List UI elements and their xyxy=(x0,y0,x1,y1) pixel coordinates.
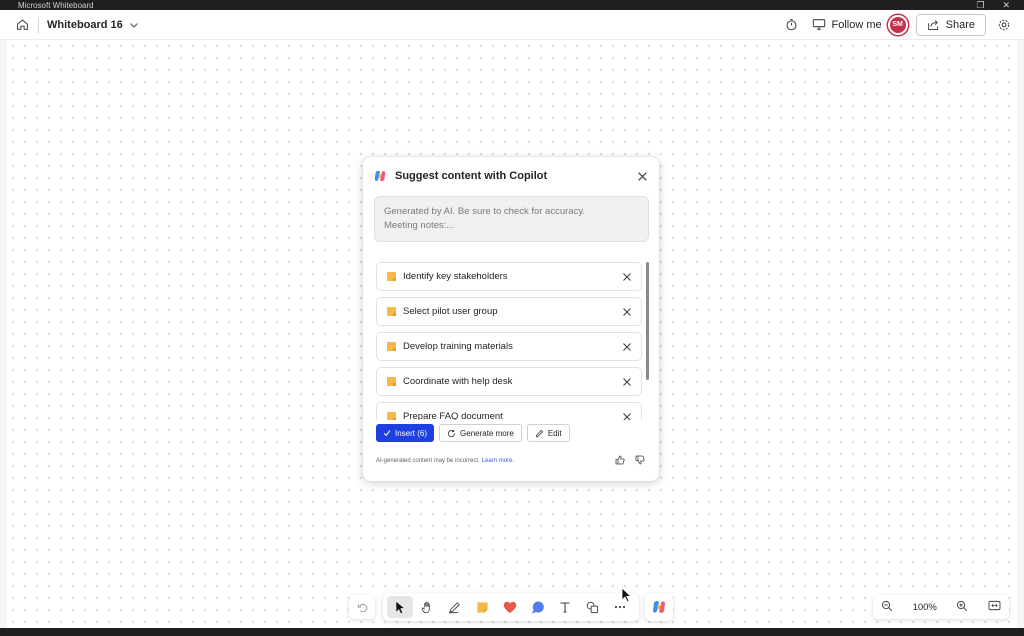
remove-icon[interactable] xyxy=(621,376,633,388)
title-bar: Microsoft Whiteboard ❐ ✕ xyxy=(0,0,1024,10)
insert-button[interactable]: Insert (6) xyxy=(376,424,435,442)
remove-icon[interactable] xyxy=(621,306,633,318)
restore-icon[interactable]: ❐ xyxy=(976,0,984,10)
remove-icon[interactable] xyxy=(621,271,633,283)
mouse-cursor-icon xyxy=(621,587,633,608)
share-label: Share xyxy=(945,18,975,31)
board-name[interactable]: Whiteboard 16 xyxy=(47,19,123,31)
sticky-note-icon xyxy=(387,377,396,386)
copilot-logo-icon xyxy=(374,170,386,182)
scrollbar[interactable] xyxy=(646,262,649,380)
divider xyxy=(38,16,39,33)
prompt-disclaimer: Generated by AI. Be sure to check for ac… xyxy=(384,206,586,217)
pen-icon xyxy=(449,601,461,614)
ai-disclaimer: AI-generated content may be incorrect. xyxy=(376,458,480,464)
list-item-label: Prepare FAQ document xyxy=(403,411,503,420)
checkmark-icon xyxy=(383,430,391,437)
heart-icon xyxy=(503,601,517,613)
remove-icon[interactable] xyxy=(621,341,633,353)
list-item[interactable]: Develop training materials xyxy=(376,332,642,361)
copilot-panel: Suggest content with Copilot Generated b… xyxy=(363,157,659,481)
share-button[interactable]: Share xyxy=(915,13,986,36)
text-tool[interactable] xyxy=(552,596,578,618)
generate-more-label: Generate more xyxy=(460,428,514,438)
remove-icon[interactable] xyxy=(621,411,633,420)
generate-more-button[interactable]: Generate more xyxy=(439,424,522,442)
reaction-tool[interactable] xyxy=(497,596,523,618)
list-item-label: Select pilot user group xyxy=(403,306,498,317)
taskbar-edge xyxy=(0,628,1024,636)
pan-tool[interactable] xyxy=(415,596,441,618)
close-window-icon[interactable]: ✕ xyxy=(1002,0,1010,10)
prompt-text: Meeting notes:... xyxy=(384,220,455,231)
hand-icon xyxy=(421,601,430,613)
pointer-icon xyxy=(396,601,404,613)
thumbs-down-icon[interactable] xyxy=(635,455,645,467)
zoom-controls: 100% xyxy=(873,595,1009,619)
undo-button[interactable] xyxy=(349,595,375,619)
panel-title: Suggest content with Copilot xyxy=(395,170,548,182)
sticky-note-icon xyxy=(477,601,488,613)
list-item[interactable]: Coordinate with help desk xyxy=(376,367,642,396)
close-icon[interactable] xyxy=(635,169,649,183)
list-item[interactable]: Identify key stakeholders xyxy=(376,262,642,291)
follow-me-button[interactable]: Follow me xyxy=(812,18,882,31)
zoom-level[interactable]: 100% xyxy=(913,602,937,613)
list-item[interactable]: Prepare FAQ document xyxy=(376,402,642,420)
fit-to-screen-icon[interactable] xyxy=(988,600,1001,614)
top-toolbar: Whiteboard 16 Follow me SM Share xyxy=(0,10,1024,40)
sticky-note-tool[interactable] xyxy=(470,596,496,618)
follow-me-label: Follow me xyxy=(831,18,882,31)
copilot-logo-icon xyxy=(653,601,665,613)
undo-icon xyxy=(357,603,367,612)
present-icon xyxy=(812,19,825,30)
shapes-icon xyxy=(586,601,599,613)
edit-label: Edit xyxy=(547,428,562,438)
refresh-icon xyxy=(447,429,456,437)
insert-label: Insert (6) xyxy=(395,428,428,438)
chevron-down-icon[interactable] xyxy=(129,20,139,30)
zoom-in-icon[interactable] xyxy=(956,600,968,615)
list-item[interactable]: Select pilot user group xyxy=(376,297,642,326)
comment-tool[interactable] xyxy=(525,596,551,618)
timer-icon[interactable] xyxy=(784,17,800,33)
learn-more-link[interactable]: Learn more. xyxy=(482,458,514,464)
sticky-note-icon xyxy=(387,272,396,281)
window-title: Microsoft Whiteboard xyxy=(18,0,94,10)
sticky-note-icon xyxy=(387,342,396,351)
thumbs-up-icon[interactable] xyxy=(615,455,625,467)
pen-tool[interactable] xyxy=(442,596,468,618)
tool-palette xyxy=(383,593,639,621)
list-item-label: Coordinate with help desk xyxy=(403,376,513,387)
sticky-note-icon xyxy=(387,307,396,316)
pencil-icon xyxy=(535,429,544,437)
prompt-input[interactable]: Generated by AI. Be sure to check for ac… xyxy=(374,196,649,242)
copilot-button[interactable] xyxy=(645,593,673,621)
select-tool[interactable] xyxy=(387,596,413,618)
list-item-label: Identify key stakeholders xyxy=(403,271,508,282)
home-icon[interactable] xyxy=(14,17,30,33)
list-item-label: Develop training materials xyxy=(403,341,513,352)
avatar[interactable]: SM xyxy=(887,14,908,35)
sticky-note-icon xyxy=(387,412,396,420)
suggestion-list[interactable]: Identify key stakeholders Select pilot u… xyxy=(369,252,653,420)
share-icon xyxy=(927,19,938,30)
edit-button[interactable]: Edit xyxy=(526,424,570,442)
zoom-out-icon[interactable] xyxy=(881,600,893,615)
gear-icon[interactable] xyxy=(996,17,1012,33)
text-icon xyxy=(560,602,570,613)
comment-icon xyxy=(531,601,544,613)
shapes-tool[interactable] xyxy=(580,596,606,618)
